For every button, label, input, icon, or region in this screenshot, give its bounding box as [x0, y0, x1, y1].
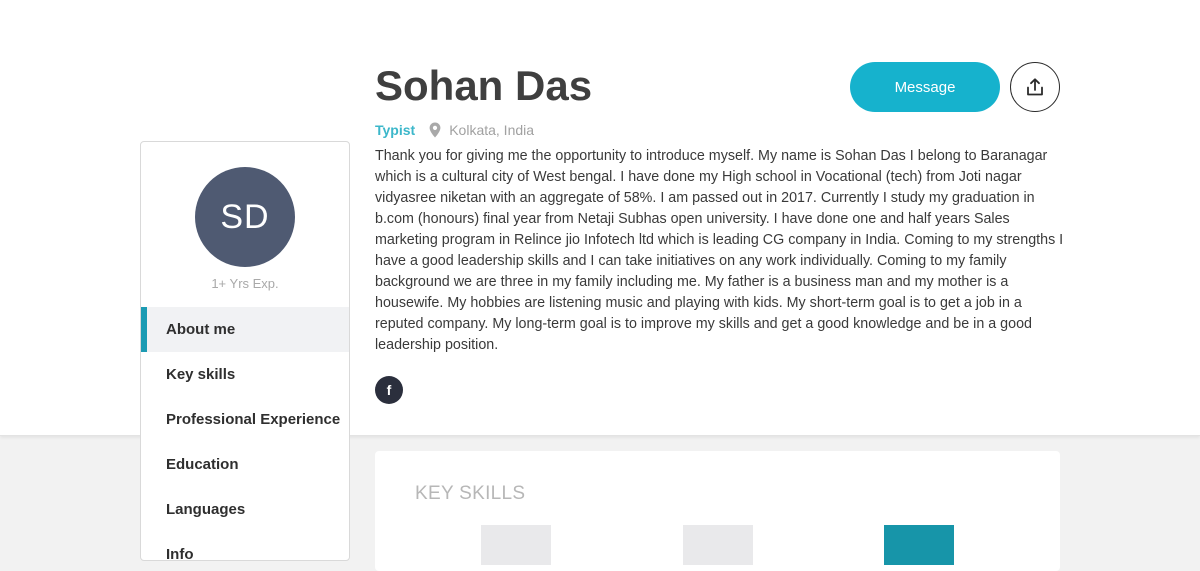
profile-nav: About me Key skills Professional Experie… [141, 307, 349, 560]
skill-tile [481, 525, 551, 565]
key-skills-title: KEY SKILLS [415, 483, 526, 504]
nav-item-professional-experience[interactable]: Professional Experience [141, 397, 349, 442]
profile-name: Sohan Das [375, 62, 593, 109]
facebook-icon[interactable]: f [375, 376, 403, 404]
nav-item-languages[interactable]: Languages [141, 487, 349, 532]
nav-item-key-skills[interactable]: Key skills [141, 352, 349, 397]
profile-sidebar-card: SD 1+ Yrs Exp. About me Key skills Profe… [140, 141, 350, 561]
share-icon [1027, 78, 1043, 96]
key-skills-card: KEY SKILLS [375, 451, 1060, 571]
share-button[interactable] [1010, 62, 1060, 112]
message-button[interactable]: Message [850, 62, 1000, 112]
profile-meta: Typist Kolkata, India [375, 120, 534, 140]
avatar: SD [195, 167, 295, 267]
location-pin-icon [429, 122, 441, 138]
nav-item-about-me[interactable]: About me [141, 307, 349, 352]
nav-item-info[interactable]: Info [141, 532, 349, 560]
skill-tile [683, 525, 753, 565]
profile-role: Typist [375, 122, 416, 138]
about-me-text: Thank you for giving me the opportunity … [375, 148, 1064, 353]
skill-tile [884, 525, 954, 565]
profile-location: Kolkata, India [449, 122, 535, 138]
experience-label: 1+ Yrs Exp. [211, 276, 279, 291]
avatar-initials: SD [220, 197, 270, 236]
nav-item-education[interactable]: Education [141, 442, 349, 487]
